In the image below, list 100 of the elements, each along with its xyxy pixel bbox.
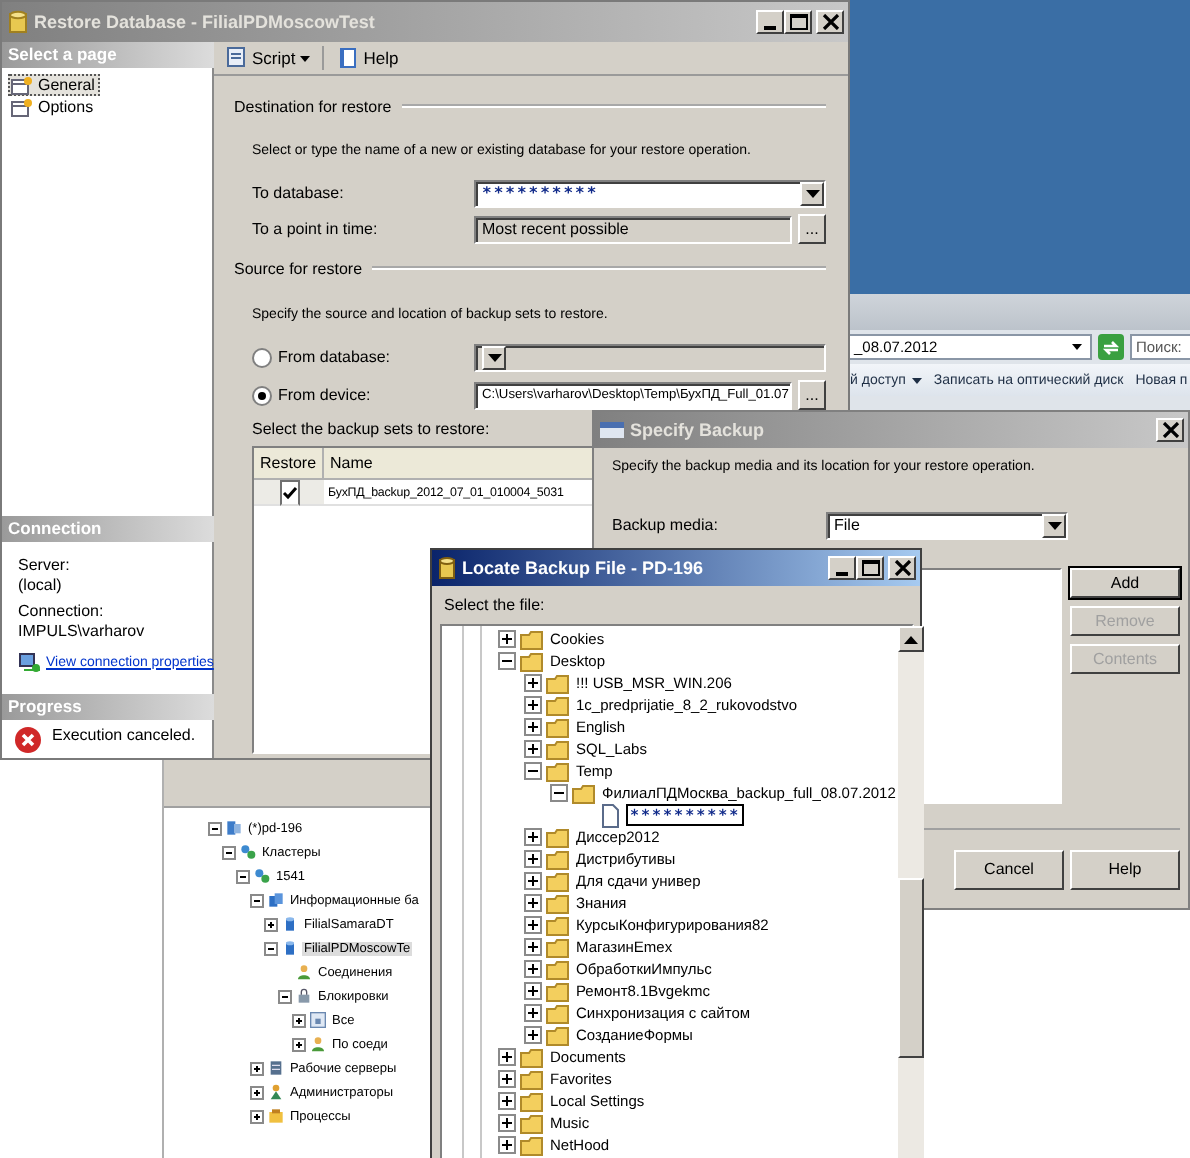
plus-box-icon[interactable] [524, 960, 542, 978]
close-button[interactable] [1156, 418, 1184, 442]
folder-icon [546, 693, 570, 717]
plus-box-icon[interactable] [498, 1092, 516, 1110]
minus-box-icon[interactable] [550, 784, 568, 802]
folder-icon [546, 1001, 570, 1025]
folder-icon [572, 781, 596, 805]
plus-box-icon[interactable] [498, 1070, 516, 1088]
plus-box-icon[interactable] [524, 740, 542, 758]
dialog-button[interactable]: Cancel [954, 849, 1064, 889]
plus-box-icon[interactable] [524, 872, 542, 890]
minimize-button[interactable] [756, 10, 784, 34]
folder-icon [546, 957, 570, 981]
plus-box-icon[interactable] [250, 1085, 264, 1099]
section-header: Select a page [2, 42, 214, 68]
plus-box-icon[interactable] [524, 894, 542, 912]
folder-icon [520, 627, 544, 651]
plus-box-icon[interactable] [498, 630, 516, 648]
help-book-icon [335, 46, 360, 70]
field-label: To database: [252, 184, 346, 202]
backup-media-combo[interactable]: File [826, 511, 1068, 539]
toolbar-button[interactable]: Help [331, 46, 403, 70]
plus-box-icon[interactable] [524, 1026, 542, 1044]
prompt-label: Select the file: [442, 594, 547, 618]
plus-box-icon[interactable] [498, 1114, 516, 1132]
caret-icon [1072, 344, 1082, 350]
plus-box-icon[interactable] [250, 1109, 264, 1123]
section-header: Connection [2, 516, 214, 542]
scroll-thumb[interactable] [897, 878, 924, 1058]
page-icon [10, 75, 32, 95]
refresh-icon[interactable] [1098, 334, 1124, 360]
dialog-button[interactable]: Help [1070, 849, 1180, 889]
minus-box-icon[interactable] [236, 869, 250, 883]
person-icon [310, 1036, 326, 1052]
minus-box-icon[interactable] [250, 893, 264, 907]
plus-box-icon[interactable] [524, 674, 542, 692]
folder-icon [520, 649, 544, 673]
person-icon [296, 964, 312, 980]
dropdown-button[interactable] [1042, 513, 1066, 537]
group-title: Destination for restore [234, 97, 392, 115]
group-title: Source for restore [234, 259, 363, 277]
maximize-button[interactable] [784, 10, 812, 34]
database-icon [282, 916, 298, 932]
plus-box-icon[interactable] [524, 718, 542, 736]
plus-box-icon[interactable] [524, 828, 542, 846]
toolbar-button[interactable]: Script [220, 46, 314, 70]
database-combo[interactable]: ********** [474, 179, 826, 207]
folder-icon [546, 891, 570, 915]
page-item[interactable]: Options [8, 96, 100, 118]
minus-box-icon[interactable] [208, 821, 222, 835]
scroll-up-button[interactable] [897, 626, 924, 652]
page-icon [10, 97, 32, 117]
caret-icon [1047, 521, 1061, 529]
radio-button[interactable] [252, 347, 272, 367]
database-combo[interactable] [474, 343, 826, 371]
folder-icon [546, 935, 570, 959]
padlock-icon [296, 988, 312, 1004]
dropdown-button[interactable] [482, 345, 506, 369]
field-label: Select the backup sets to restore: [252, 420, 490, 438]
page-item[interactable]: General [8, 74, 101, 96]
maximize-icon [861, 560, 879, 576]
plus-box-icon[interactable] [292, 1037, 306, 1051]
folder-icon [546, 869, 570, 893]
folder-icon [546, 913, 570, 937]
minus-box-icon[interactable] [498, 652, 516, 670]
plus-box-icon[interactable] [498, 1136, 516, 1154]
folder-icon [546, 1023, 570, 1047]
minus-box-icon[interactable] [524, 762, 542, 780]
folder-icon [520, 1045, 544, 1069]
close-button[interactable] [816, 10, 844, 34]
plus-box-icon[interactable] [498, 1048, 516, 1066]
caret-icon [903, 635, 918, 643]
server-rack-icon [268, 1060, 284, 1076]
maximize-button[interactable] [856, 556, 884, 580]
close-button[interactable] [888, 556, 916, 580]
folder-icon [546, 825, 570, 849]
browse-button[interactable]: ... [798, 214, 826, 244]
minus-box-icon[interactable] [264, 941, 278, 955]
minimize-button[interactable] [828, 556, 856, 580]
status-message: Execution canceled. [52, 726, 196, 744]
radio-button[interactable] [252, 385, 272, 405]
plus-box-icon[interactable] [292, 1013, 306, 1027]
plus-box-icon[interactable] [524, 916, 542, 934]
plus-box-icon[interactable] [524, 1004, 542, 1022]
dropdown-button[interactable] [800, 181, 824, 205]
field-label: Backup media: [612, 516, 720, 534]
plus-box-icon[interactable] [524, 696, 542, 714]
checkbox[interactable] [279, 479, 299, 505]
plus-box-icon[interactable] [250, 1061, 264, 1075]
plus-box-icon[interactable] [524, 850, 542, 868]
minus-box-icon[interactable] [222, 845, 236, 859]
database-icon [438, 556, 456, 580]
plus-box-icon[interactable] [264, 917, 278, 931]
minus-box-icon[interactable] [278, 989, 292, 1003]
browse-button[interactable]: ... [798, 380, 826, 410]
dialog-button[interactable]: Add [1070, 568, 1180, 598]
plus-box-icon[interactable] [524, 982, 542, 1000]
scrollbar[interactable] [897, 626, 924, 1158]
plus-box-icon[interactable] [524, 938, 542, 956]
database-icon [8, 10, 28, 34]
